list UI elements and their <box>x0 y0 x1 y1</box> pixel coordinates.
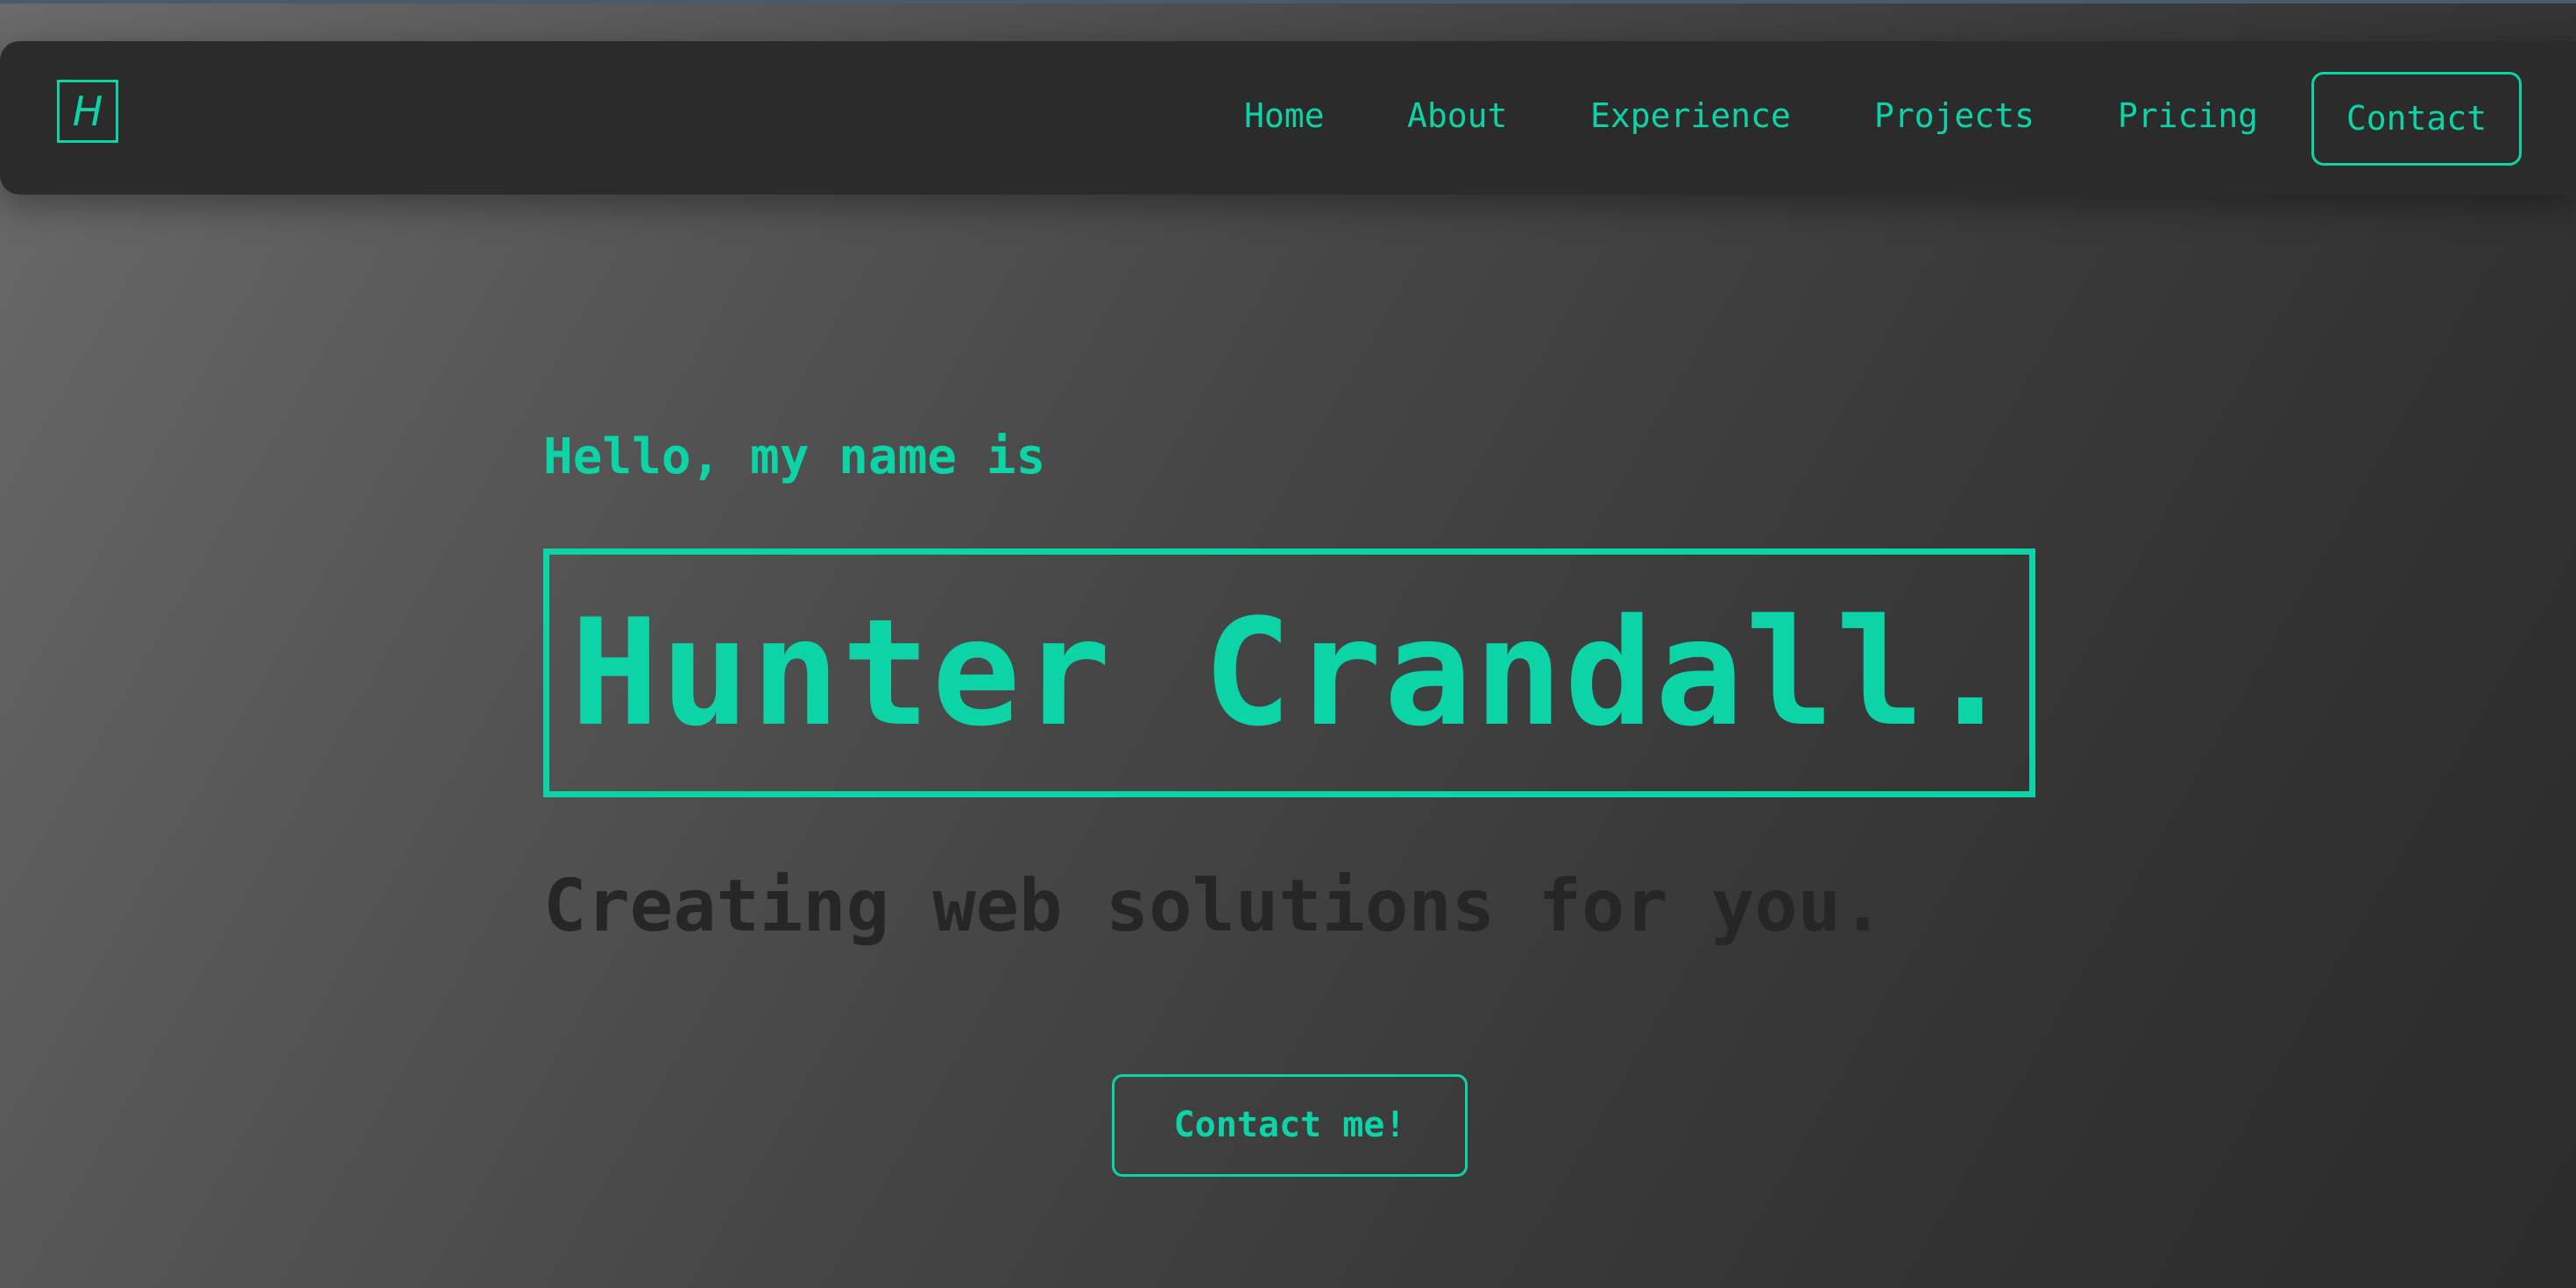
navbar: H Home About Experience Projects Pricing… <box>0 41 2576 195</box>
hero-name: Hunter Crandall. <box>570 587 2017 759</box>
logo[interactable]: H <box>57 80 118 143</box>
hero-tagline: Creating web solutions for you. <box>543 865 1885 948</box>
nav-link-projects[interactable]: Projects <box>1874 94 2035 138</box>
nav-link-experience[interactable]: Experience <box>1590 94 1791 138</box>
top-window-strip <box>0 0 2576 4</box>
hero-greeting: Hello, my name is <box>543 428 1046 485</box>
hero-name-box: Hunter Crandall. <box>543 548 2035 797</box>
nav-link-about[interactable]: About <box>1407 94 1507 138</box>
nav-contact-button[interactable]: Contact <box>2311 72 2522 166</box>
nav-link-pricing[interactable]: Pricing <box>2118 94 2258 138</box>
contact-me-button[interactable]: Contact me! <box>1112 1074 1468 1177</box>
nav-link-home[interactable]: Home <box>1244 94 1325 138</box>
